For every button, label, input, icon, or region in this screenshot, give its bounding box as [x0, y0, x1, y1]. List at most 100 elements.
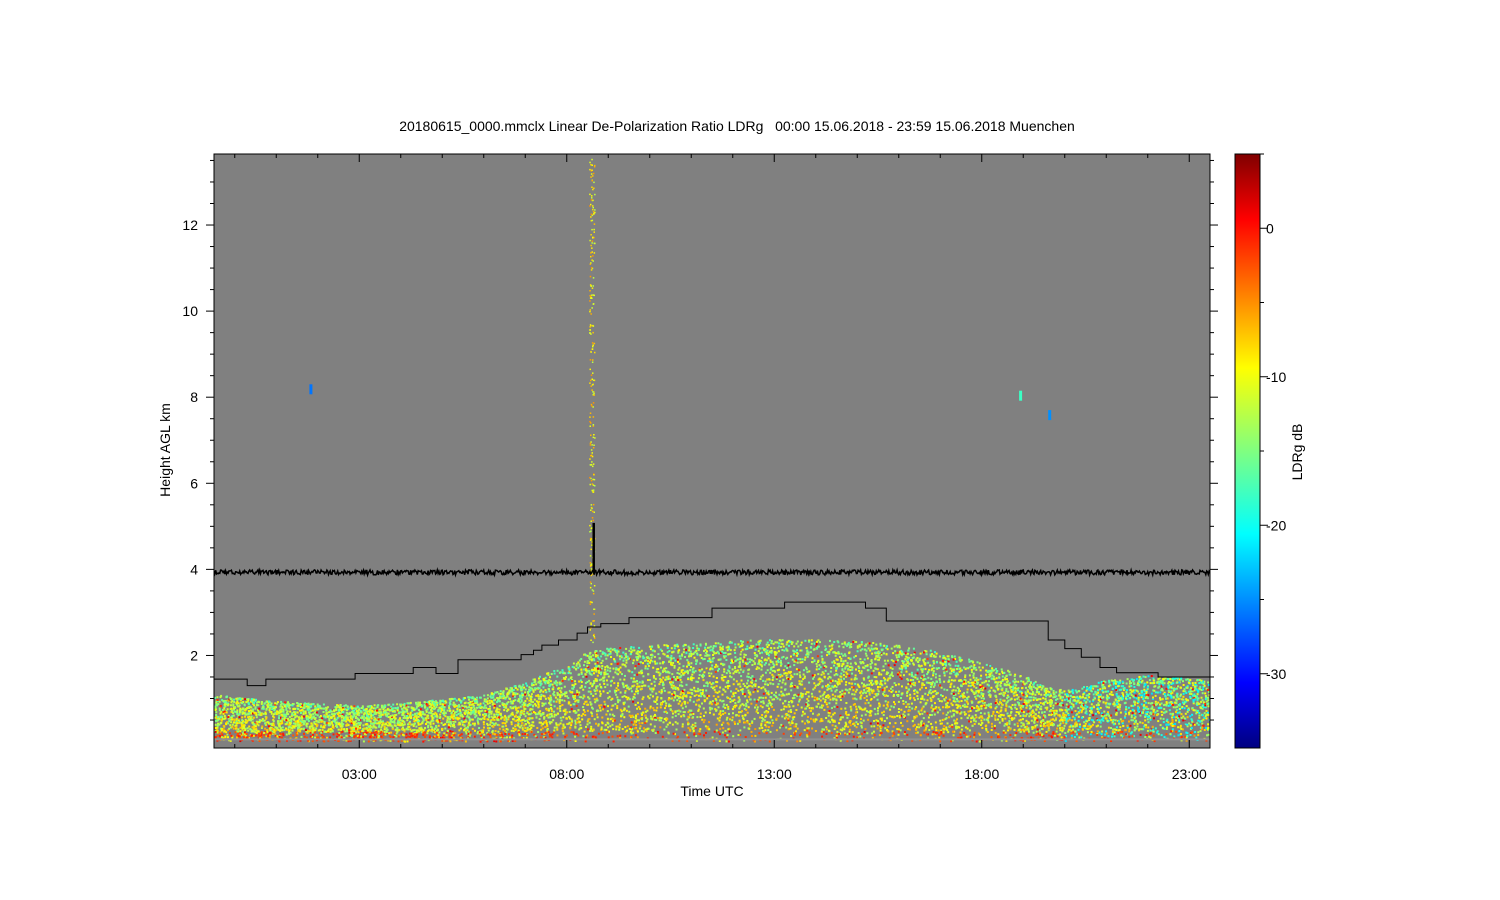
ldr-pixel — [866, 664, 869, 667]
ldr-pixel — [692, 726, 695, 729]
ldr-pixel — [940, 686, 943, 689]
ldr-pixel — [1130, 716, 1133, 719]
ldr-pixel — [422, 734, 425, 737]
ldr-pixel — [638, 722, 641, 725]
ldr-pixel — [846, 740, 849, 743]
ldr-pixel — [595, 722, 597, 725]
ldr-pixel — [725, 659, 728, 661]
ldr-pixel — [415, 729, 418, 732]
ldr-pixel — [869, 711, 872, 714]
ldr-pixel — [991, 674, 994, 677]
ldr-pixel — [1001, 675, 1004, 678]
ldr-pixel — [1144, 676, 1147, 679]
ldr-pixel — [553, 672, 556, 675]
ldr-pixel — [374, 726, 377, 729]
ldr-pixel — [581, 718, 584, 721]
ldr-pixel — [849, 669, 852, 672]
ldr-pixel — [887, 664, 890, 667]
ldr-pixel — [584, 682, 587, 685]
ldr-pixel — [706, 653, 709, 656]
ldr-pixel — [690, 675, 693, 678]
ldr-pixel — [685, 683, 688, 686]
ldr-pixel — [1180, 727, 1183, 730]
ldr-pixel — [512, 689, 515, 691]
ldr-pixel — [821, 728, 824, 731]
ldr-pixel — [503, 718, 506, 721]
ldr-pixel — [682, 651, 685, 654]
ldr-pixel — [784, 665, 787, 668]
ldr-pixel — [229, 724, 232, 727]
ldr-pixel — [624, 653, 627, 656]
ldr-pixel — [1201, 692, 1204, 695]
ldr-pixel — [811, 727, 814, 730]
ldr-pixel — [867, 701, 870, 704]
ldr-pixel — [860, 641, 863, 644]
ldr-pixel — [918, 680, 921, 683]
ldr-pixel — [727, 708, 730, 710]
ldr-pixel — [402, 717, 405, 719]
ldr-pixel — [855, 705, 857, 708]
ldr-pixel — [510, 723, 513, 726]
ldr-pixel — [830, 715, 833, 718]
ldr-pixel — [940, 694, 942, 697]
ldr-pixel — [802, 669, 805, 672]
ldr-pixel — [956, 668, 958, 670]
ldr-pixel — [645, 720, 648, 723]
ldr-pixel — [600, 726, 603, 729]
ldr-pixel — [752, 660, 755, 663]
ldr-pixel — [960, 736, 963, 739]
ldr-pixel — [822, 704, 825, 707]
ldr-pixel — [509, 697, 511, 700]
ldr-pixel — [1100, 733, 1103, 736]
ldr-pixel — [975, 686, 978, 689]
ldr-pixel — [419, 708, 422, 711]
ldr-pixel — [583, 730, 586, 733]
ldr-pixel — [627, 705, 630, 708]
ldr-pixel — [1052, 704, 1055, 707]
ldr-pixel — [683, 648, 686, 651]
ldr-pixel — [498, 708, 501, 711]
ldr-pixel — [711, 707, 714, 710]
ldr-pixel — [848, 674, 851, 677]
ldr-pixel — [1032, 699, 1035, 701]
ldr-pixel — [1076, 733, 1078, 736]
ldr-pixel — [563, 685, 566, 688]
ldr-pixel — [288, 707, 291, 710]
ldr-pixel — [622, 651, 625, 654]
ldr-pixel — [494, 691, 497, 694]
ldr-pixel — [260, 736, 263, 739]
ldr-pixel — [1043, 711, 1046, 713]
ldr-pixel — [561, 679, 564, 682]
ldr-pixel — [567, 678, 570, 681]
ldr-pixel — [946, 722, 949, 725]
ldr-pixel — [556, 728, 559, 731]
ldr-pixel — [1183, 707, 1186, 710]
ldr-pixel — [862, 719, 865, 722]
ldr-pixel — [551, 736, 554, 739]
ldr-pixel — [1049, 705, 1052, 708]
ldr-pixel — [1114, 682, 1117, 685]
ldr-pixel — [798, 698, 801, 701]
ldr-pixel — [1124, 729, 1127, 732]
ldr-pixel — [698, 705, 701, 708]
ldr-pixel — [275, 713, 278, 716]
ldr-pixel — [883, 687, 886, 690]
ldr-pixel — [803, 687, 806, 690]
ldr-pixel — [544, 676, 547, 679]
ldr-pixel — [1189, 724, 1192, 727]
ldr-pixel — [983, 718, 986, 721]
ldr-pixel — [1044, 697, 1047, 700]
ldr-pixel — [1115, 729, 1118, 731]
ldr-pixel — [811, 657, 814, 660]
ldr-pixel — [604, 654, 607, 657]
ldr-pixel — [844, 666, 847, 669]
ldr-pixel — [482, 723, 485, 726]
ldr-pixel — [864, 684, 867, 687]
ldr-pixel — [894, 722, 897, 725]
ldr-pixel — [695, 735, 698, 737]
ldr-pixel — [574, 680, 576, 683]
ldr-pixel — [876, 688, 879, 691]
ldr-pixel — [928, 729, 931, 731]
ldr-pixel — [843, 677, 845, 680]
ldr-pixel — [616, 735, 619, 738]
